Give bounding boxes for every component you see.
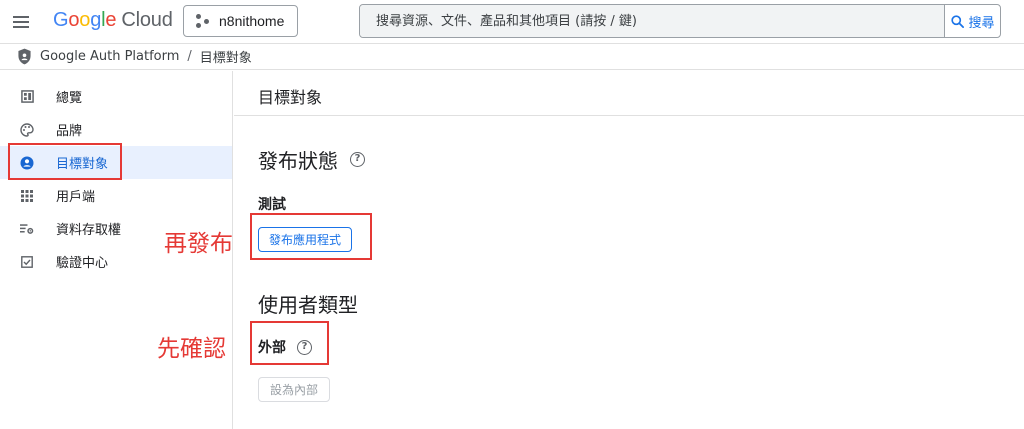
hamburger-menu-icon[interactable] [10,11,32,33]
annotation-highlight-publish [250,213,372,260]
sidebar-item-label: 驗證中心 [56,256,109,271]
palette-icon [20,122,34,137]
annotation-highlight-user-type [250,321,329,365]
shield-icon [18,48,31,65]
make-internal-button: 設為內部 [258,377,331,402]
dashboard-icon [20,90,34,104]
sidebar-item-label: 品牌 [56,124,83,139]
help-icon[interactable]: ? [350,152,365,167]
sidebar-item-label: 資料存取權 [56,223,122,238]
breadcrumb: Google Auth Platform / 目標對象 [0,44,1024,70]
top-bar: Google Cloud n8nithome 搜尋 [0,0,1024,44]
sidebar-item-label: 總覽 [56,91,83,106]
page-title: 目標對象 [258,88,323,107]
sidebar-item-label: 用戶端 [56,190,96,205]
project-picker-button[interactable]: n8nithome [183,5,298,37]
publishing-status-value: 測試 [258,197,286,213]
annotation-republish-label: 再發布 [164,231,233,257]
checkbox-icon [20,255,34,269]
sidebar-item-branding[interactable]: 品牌 [0,113,232,146]
search-bar: 搜尋 [359,4,1001,38]
user-type-heading-text: 使用者類型 [258,293,358,317]
data-access-settings-icon [20,222,34,236]
search-input[interactable] [360,5,944,37]
publishing-status-heading-text: 發布狀態 [258,149,338,173]
title-divider [234,115,1024,116]
publishing-status-heading: 發布狀態 ? [258,145,365,174]
breadcrumb-current-page: 目標對象 [199,51,252,66]
project-name: n8nithome [219,13,285,29]
search-button[interactable]: 搜尋 [944,5,1000,37]
breadcrumb-product[interactable]: Google Auth Platform [40,49,179,64]
user-type-heading: 使用者類型 [258,289,358,318]
sidebar-item-clients[interactable]: 用戶端 [0,179,232,212]
annotation-highlight-audience [8,143,122,180]
sidebar-item-overview[interactable]: 總覽 [0,80,232,113]
google-cloud-logo[interactable]: Google Cloud [53,9,173,32]
search-icon [951,14,965,28]
breadcrumb-separator: / [187,49,192,64]
annotation-confirm-first-label: 先確認 [157,336,226,362]
project-icon [196,14,210,28]
apps-grid-icon [20,189,34,203]
search-button-label: 搜尋 [968,15,995,31]
